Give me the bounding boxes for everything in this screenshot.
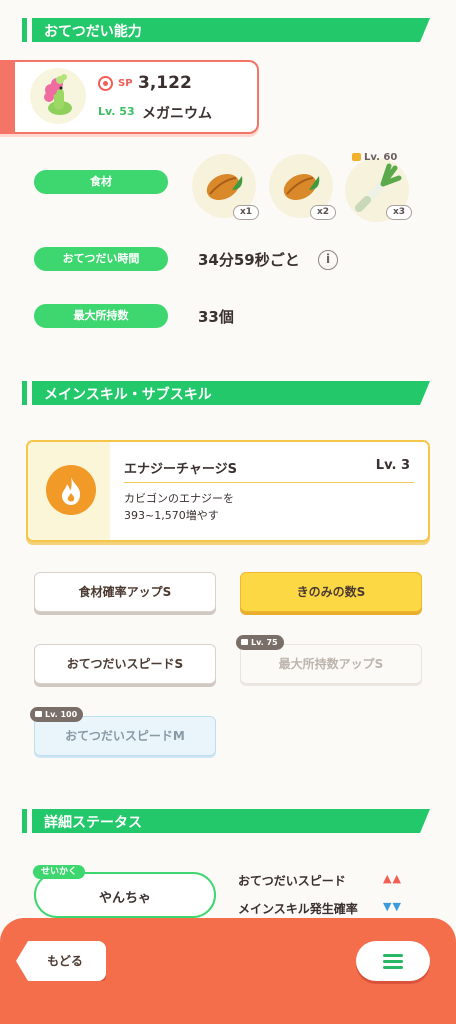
- meganium-sprite: [30, 68, 86, 124]
- lock-icon: [241, 639, 248, 645]
- section-title: メインスキル・サブスキル: [44, 387, 212, 403]
- section-header-details: 詳細ステータス: [22, 809, 430, 833]
- lock-level-badge: Lv. 100: [30, 707, 84, 722]
- help-time-value: 34分59秒ごと: [198, 251, 300, 269]
- nature-value: やんちゃ: [98, 891, 151, 906]
- sp-icon: [98, 76, 113, 91]
- ingredient-qty-badge: x2: [310, 205, 336, 220]
- pokemon-level: Lv. 53: [98, 105, 135, 118]
- sub-skill-button[interactable]: きのみの数S: [240, 572, 422, 612]
- flame-icon: [46, 465, 96, 515]
- lock-icon: [352, 153, 361, 161]
- up-arrows-icon: ▲▲: [383, 872, 402, 885]
- nature-up-effect-label: おてつだいスピード: [238, 874, 346, 888]
- nature-down-effect-label: メインスキル発生確率: [238, 902, 358, 916]
- info-icon[interactable]: i: [318, 250, 338, 270]
- sp-label: SP: [118, 78, 133, 89]
- section-title: おてつだい能力: [44, 24, 142, 40]
- sub-skill-button-locked[interactable]: おてつだいスピードM: [34, 716, 216, 756]
- main-skill-name: エナジーチャージS: [124, 462, 237, 477]
- sub-skill-button[interactable]: 食材確率アップS: [34, 572, 216, 612]
- back-button[interactable]: もどる: [16, 941, 106, 981]
- lock-icon: [35, 711, 42, 717]
- max-carry-value: 33個: [198, 308, 234, 326]
- divider: [124, 482, 414, 483]
- main-skill-card[interactable]: エナジーチャージS Lv. 3 カビゴンのエナジーを 393~1,570増やす: [26, 440, 430, 542]
- max-carry-label: 最大所持数: [34, 304, 168, 328]
- pokemon-name: メガニウム: [142, 106, 212, 122]
- ingredient-qty-badge: x3: [386, 205, 412, 220]
- ingredient-qty-badge: x1: [233, 205, 259, 220]
- main-skill-level: Lv. 3: [375, 458, 410, 473]
- section-header-help-ability: おてつだい能力: [22, 18, 430, 42]
- hamburger-menu-icon[interactable]: [356, 941, 430, 981]
- main-skill-description: カビゴンのエナジーを 393~1,570増やす: [124, 492, 234, 522]
- section-title: 詳細ステータス: [44, 815, 142, 831]
- section-header-skills: メインスキル・サブスキル: [22, 381, 430, 405]
- sub-skill-button-locked[interactable]: 最大所持数アップS: [240, 644, 422, 684]
- sp-value: 3,122: [138, 73, 192, 93]
- sub-skill-button[interactable]: おてつだいスピードS: [34, 644, 216, 684]
- pokemon-card[interactable]: SP 3,122 Lv. 53 メガニウム: [0, 60, 259, 134]
- ingredients-label: 食材: [34, 170, 168, 194]
- help-time-label: おてつだい時間: [34, 247, 168, 271]
- lock-level-badge: Lv. 75: [236, 635, 284, 650]
- nature-tag: せいかく: [33, 865, 86, 879]
- ingredient-lock-level: Lv. 60: [352, 152, 397, 163]
- down-arrows-icon: ▼▼: [383, 900, 402, 913]
